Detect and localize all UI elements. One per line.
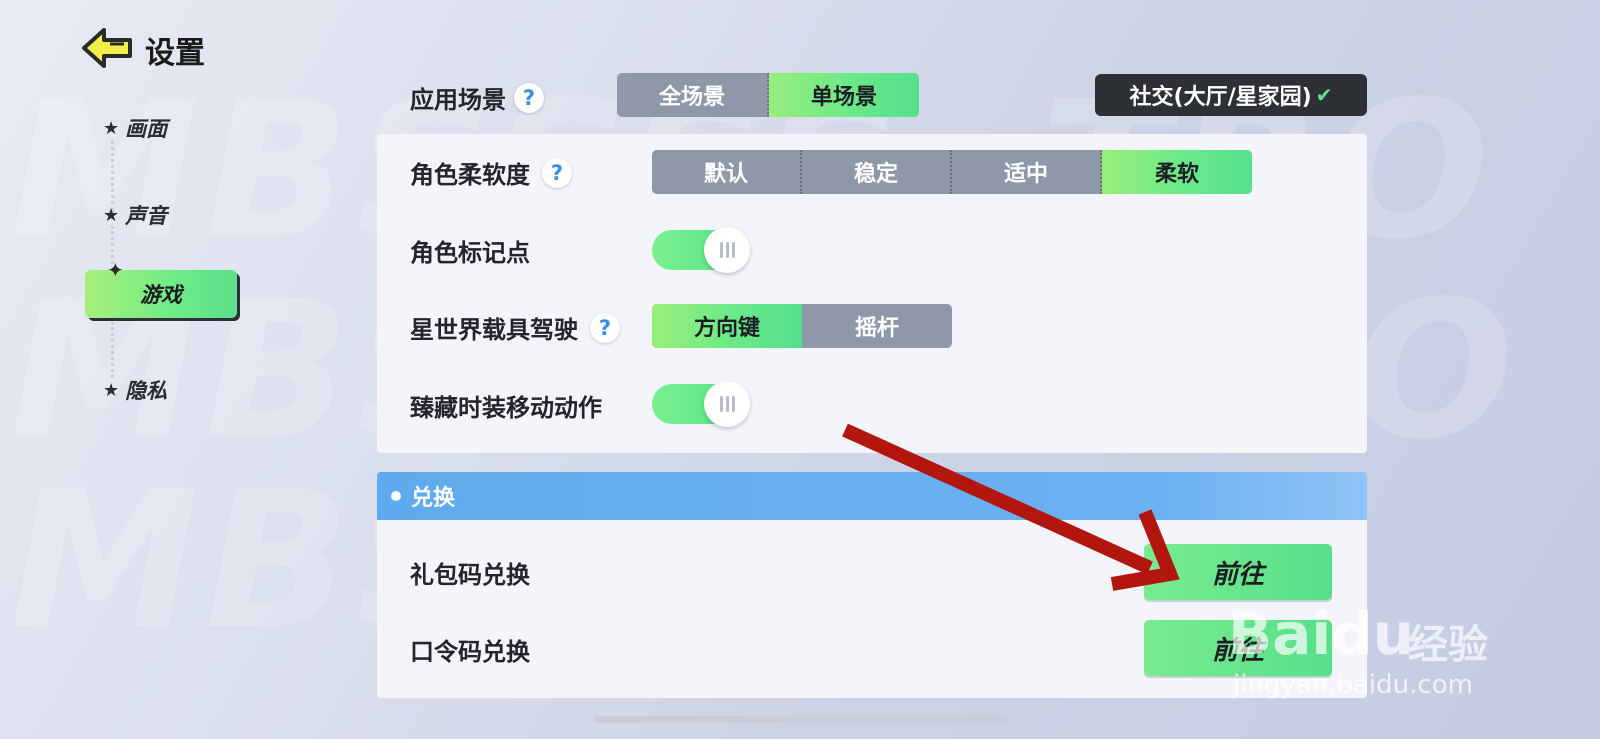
annotation-arrow	[842, 423, 1180, 591]
home-indicator[interactable]	[594, 716, 1006, 723]
